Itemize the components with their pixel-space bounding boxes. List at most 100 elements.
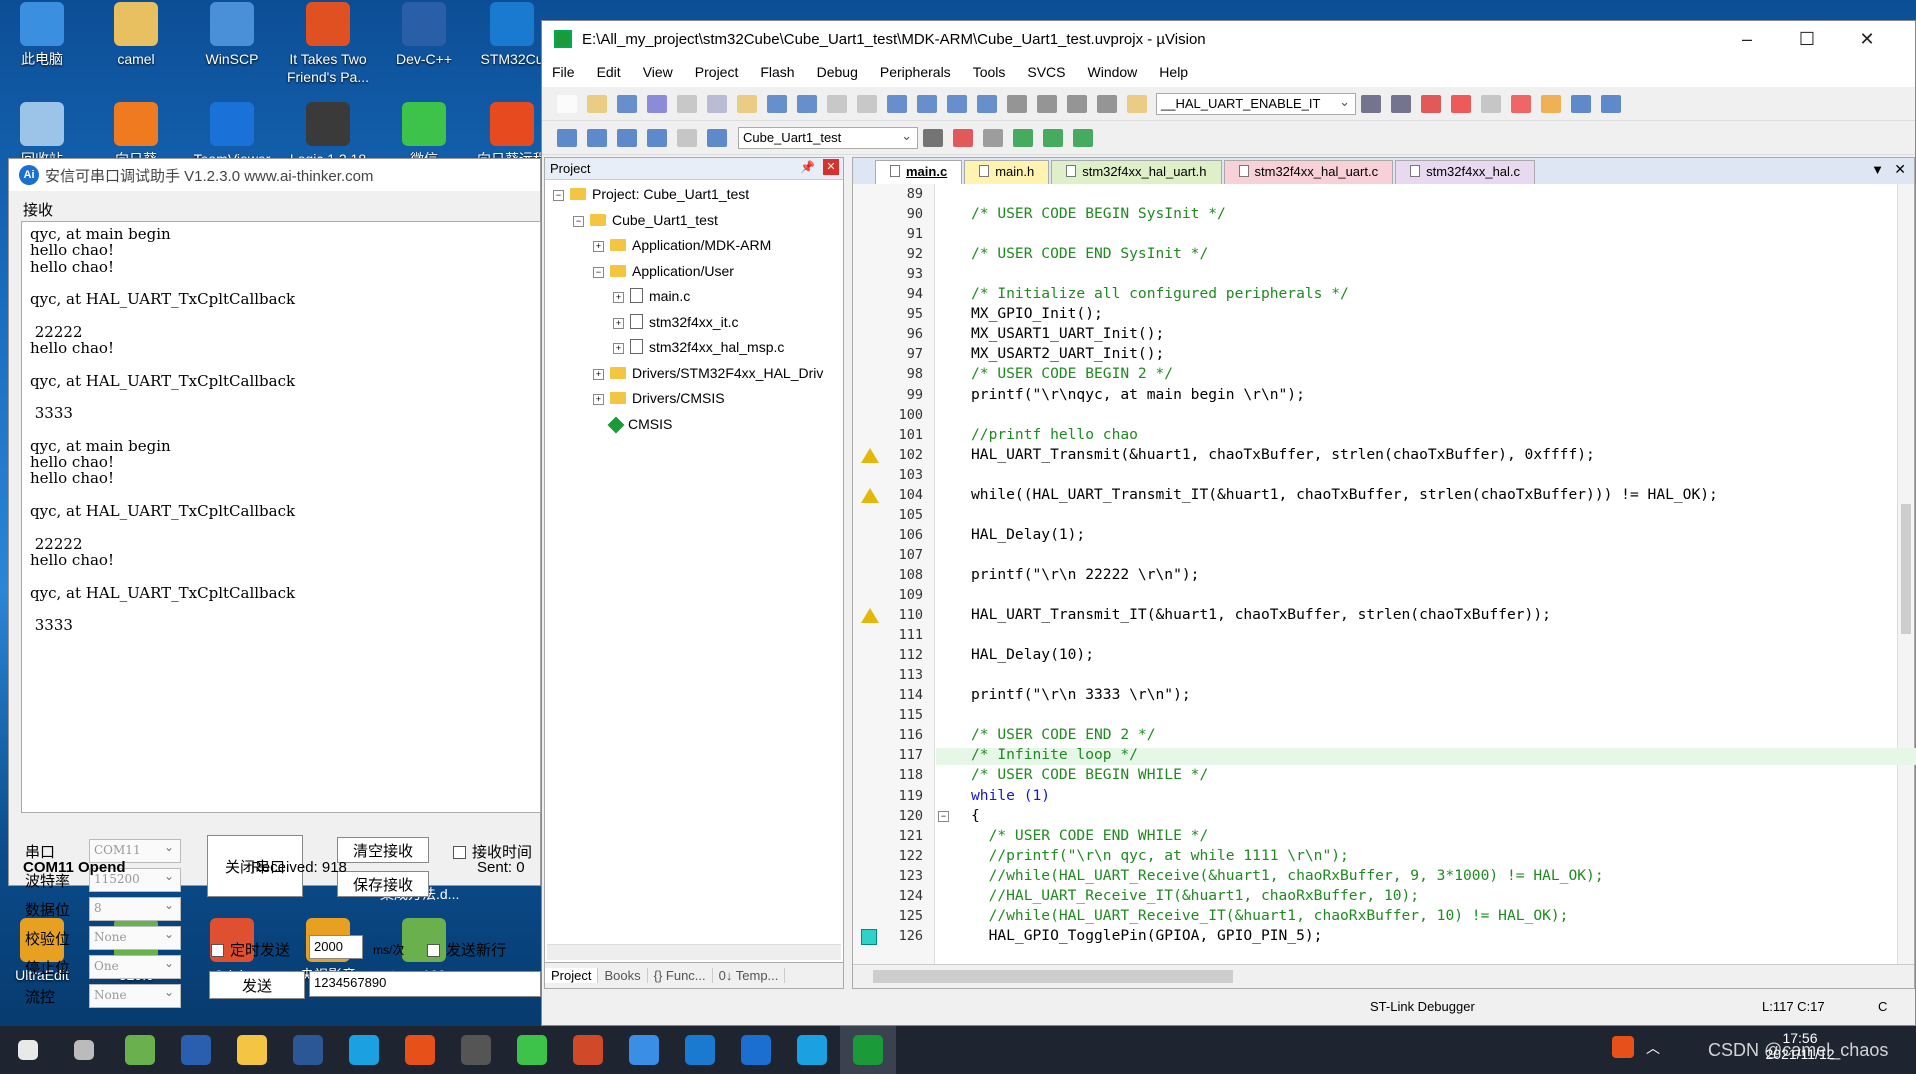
code-line[interactable]: /* USER CODE BEGIN 2 */: [971, 365, 1173, 382]
toolbar-icon[interactable]: [737, 94, 757, 113]
project-tab-2[interactable]: {} Func...: [648, 968, 713, 983]
taskbar-button-6[interactable]: [336, 1026, 392, 1074]
tree-item-9[interactable]: CMSIS: [593, 416, 672, 433]
project-hscrollbar[interactable]: [547, 944, 841, 960]
code-line[interactable]: printf("\r\nqyc, at main begin \r\n");: [971, 386, 1305, 403]
build-icon[interactable]: [557, 128, 577, 147]
code-line[interactable]: HAL_Delay(1);: [971, 526, 1085, 543]
fold-collapse-icon[interactable]: −: [938, 810, 949, 822]
toolbar-icon[interactable]: [1097, 94, 1117, 113]
toolbar-icon[interactable]: [647, 94, 667, 113]
tab-dropdown-icon[interactable]: ▼: [1871, 162, 1884, 177]
taskbar-button-9[interactable]: [504, 1026, 560, 1074]
code-line[interactable]: //printf hello chao: [971, 426, 1138, 443]
interval-input[interactable]: 2000: [309, 935, 363, 959]
toolbar-icon[interactable]: [827, 94, 847, 113]
code-line[interactable]: {: [971, 807, 980, 824]
build-icon[interactable]: [707, 128, 727, 147]
desktop-icon-4-top_icons[interactable]: Dev-C++: [378, 2, 470, 68]
build-icon[interactable]: [953, 128, 973, 147]
code-line[interactable]: MX_GPIO_Init();: [971, 305, 1103, 322]
code-line[interactable]: MX_USART1_UART_Init();: [971, 325, 1164, 342]
taskbar-button-10[interactable]: [560, 1026, 616, 1074]
toolbar-icon[interactable]: [1541, 94, 1561, 113]
code-line[interactable]: /* USER CODE BEGIN SysInit */: [971, 205, 1226, 222]
build-icon[interactable]: [923, 128, 943, 147]
parity-select[interactable]: None: [89, 926, 181, 950]
toolbar-icon[interactable]: [767, 94, 787, 113]
code-line[interactable]: /* USER CODE END WHILE */: [971, 827, 1209, 844]
toolbar-icon[interactable]: [1421, 94, 1441, 113]
expand-icon[interactable]: +: [593, 394, 604, 405]
menu-peripherals[interactable]: Peripherals: [880, 64, 951, 80]
target-combo[interactable]: Cube_Uart1_test: [738, 126, 918, 149]
toolbar-icon[interactable]: [617, 94, 637, 113]
taskbar-button-7[interactable]: [392, 1026, 448, 1074]
build-icon[interactable]: [617, 128, 637, 147]
toolbar-icon[interactable]: [1571, 94, 1591, 113]
taskbar-button-14[interactable]: [784, 1026, 840, 1074]
close-tab-icon[interactable]: ✕: [1894, 161, 1906, 178]
taskbar-button-2[interactable]: [112, 1026, 168, 1074]
code-line[interactable]: while((HAL_UART_Transmit_IT(&huart1, cha…: [971, 486, 1718, 503]
expand-icon[interactable]: +: [613, 343, 624, 354]
taskbar-button-4[interactable]: [224, 1026, 280, 1074]
toolbar-icon[interactable]: [1601, 94, 1621, 113]
code-line[interactable]: while (1): [971, 787, 1050, 804]
menu-help[interactable]: Help: [1159, 64, 1188, 80]
data-bits-select[interactable]: 8: [89, 897, 181, 921]
taskbar-button-12[interactable]: [672, 1026, 728, 1074]
build-icon[interactable]: [677, 128, 697, 147]
menu-edit[interactable]: Edit: [597, 64, 621, 80]
toolbar-icon[interactable]: [1511, 94, 1531, 113]
project-tab-3[interactable]: 0↓ Temp...: [713, 968, 786, 983]
toolbar-icon[interactable]: [1067, 94, 1087, 113]
code-line[interactable]: /* USER CODE END 2 */: [971, 726, 1156, 743]
desktop-icon-0-top_icons[interactable]: 此电脑: [0, 2, 88, 68]
desktop-icon-1-top_icons[interactable]: camel: [90, 2, 182, 68]
editor-tab-1[interactable]: main.h: [964, 160, 1050, 184]
menu-tools[interactable]: Tools: [973, 64, 1006, 80]
expand-icon[interactable]: +: [613, 292, 624, 303]
send-text-input[interactable]: 1234567890: [309, 971, 541, 997]
toolbar-icon[interactable]: [797, 94, 817, 113]
toolbar-icon[interactable]: [1037, 94, 1057, 113]
tree-item-2[interactable]: + Application/MDK-ARM: [593, 237, 771, 253]
menu-debug[interactable]: Debug: [817, 64, 858, 80]
uvision-title-bar[interactable]: E:\All_my_project\stm32Cube\Cube_Uart1_t…: [542, 21, 1915, 57]
toolbar-icon[interactable]: [977, 94, 997, 113]
build-icon[interactable]: [983, 128, 1003, 147]
send-newline-checkbox[interactable]: 发送新行: [427, 939, 506, 960]
timed-send-checkbox[interactable]: 定时发送: [211, 939, 290, 960]
stop-bits-select[interactable]: One: [89, 955, 181, 979]
receive-textarea[interactable]: qyc, at main begin hello chao! hello cha…: [21, 221, 541, 813]
warning-icon[interactable]: [861, 447, 879, 463]
toolbar-icon[interactable]: [857, 94, 877, 113]
tree-item-3[interactable]: − Application/User: [593, 263, 734, 279]
warning-icon[interactable]: [861, 487, 879, 503]
menu-view[interactable]: View: [643, 64, 673, 80]
collapse-icon[interactable]: −: [593, 266, 604, 278]
close-panel-icon[interactable]: ✕: [823, 159, 839, 175]
tree-item-1[interactable]: − Cube_Uart1_test: [573, 212, 718, 228]
taskbar-button-11[interactable]: [616, 1026, 672, 1074]
taskbar-button-5[interactable]: [280, 1026, 336, 1074]
tree-item-4[interactable]: + main.c: [613, 288, 690, 304]
editor-tab-4[interactable]: stm32f4xx_hal.c: [1395, 160, 1536, 184]
code-line[interactable]: /* Infinite loop */: [971, 746, 1138, 763]
menu-window[interactable]: Window: [1088, 64, 1138, 80]
toolbar-icon[interactable]: [887, 94, 907, 113]
build-icon[interactable]: [1043, 128, 1063, 147]
toolbar-icon[interactable]: [587, 94, 607, 113]
toolbar-icon[interactable]: [677, 94, 697, 113]
toolbar-icon[interactable]: [1127, 94, 1147, 113]
toolbar-icon[interactable]: [1481, 94, 1501, 113]
editor-hscrollbar[interactable]: [853, 964, 1914, 988]
desktop-icon-2-top_icons[interactable]: WinSCP: [186, 2, 278, 68]
code-line[interactable]: HAL_UART_Transmit_IT(&huart1, chaoTxBuff…: [971, 606, 1551, 623]
menu-file[interactable]: File: [552, 64, 575, 80]
editor-tab-0[interactable]: main.c: [875, 160, 963, 184]
minimize-icon[interactable]: –: [1718, 21, 1776, 57]
hscroll-thumb[interactable]: [873, 970, 1233, 983]
expand-icon[interactable]: +: [593, 368, 604, 380]
